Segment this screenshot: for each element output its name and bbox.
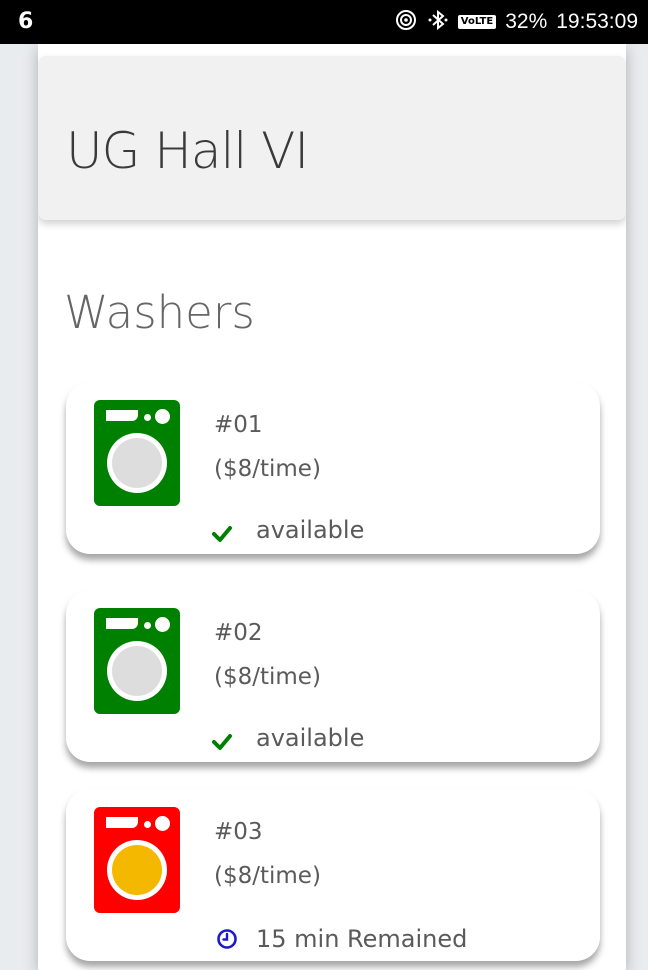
- check-icon: [212, 729, 232, 750]
- status-text: available: [256, 724, 365, 752]
- volte-badge: VoLTE: [457, 15, 497, 29]
- washer-status: available: [212, 516, 364, 544]
- washer-card-01[interactable]: #01 ($8/time) available: [66, 382, 600, 554]
- washer-price: ($8/time): [214, 863, 321, 889]
- washer-icon: [94, 608, 180, 714]
- washer-price: ($8/time): [214, 664, 321, 690]
- bluetooth-icon: [427, 8, 449, 36]
- washer-status: 15 min Remained: [216, 925, 467, 953]
- section-title: Washers: [64, 286, 255, 339]
- battery-level: 32%: [505, 10, 548, 33]
- washer-number: #02: [214, 620, 263, 646]
- hall-header: UG Hall VI: [38, 56, 626, 220]
- status-bar: 6 VoLTE 32% 19:53:09: [0, 0, 648, 44]
- washer-price: ($8/time): [214, 456, 321, 482]
- washer-card-02[interactable]: #02 ($8/time) available: [66, 590, 600, 762]
- washer-number: #03: [214, 819, 263, 845]
- page-title: UG Hall VI: [66, 122, 309, 180]
- status-text: available: [256, 516, 365, 544]
- washer-number: #01: [214, 412, 263, 438]
- washer-status: available: [212, 724, 364, 752]
- washer-card-03[interactable]: #03 ($8/time) 15 min Remained: [66, 789, 600, 961]
- status-text: 15 min Remained: [256, 925, 468, 953]
- washer-icon: [94, 807, 180, 913]
- washer-icon: [94, 400, 180, 506]
- page-container: UG Hall VI Washers #01 ($8/time) availab…: [38, 44, 626, 970]
- clock-icon: [216, 928, 238, 950]
- check-icon: [212, 521, 232, 542]
- hotspot-icon: [394, 8, 418, 36]
- clock-time: 19:53:09: [556, 10, 638, 33]
- notification-icon: 6: [18, 9, 34, 34]
